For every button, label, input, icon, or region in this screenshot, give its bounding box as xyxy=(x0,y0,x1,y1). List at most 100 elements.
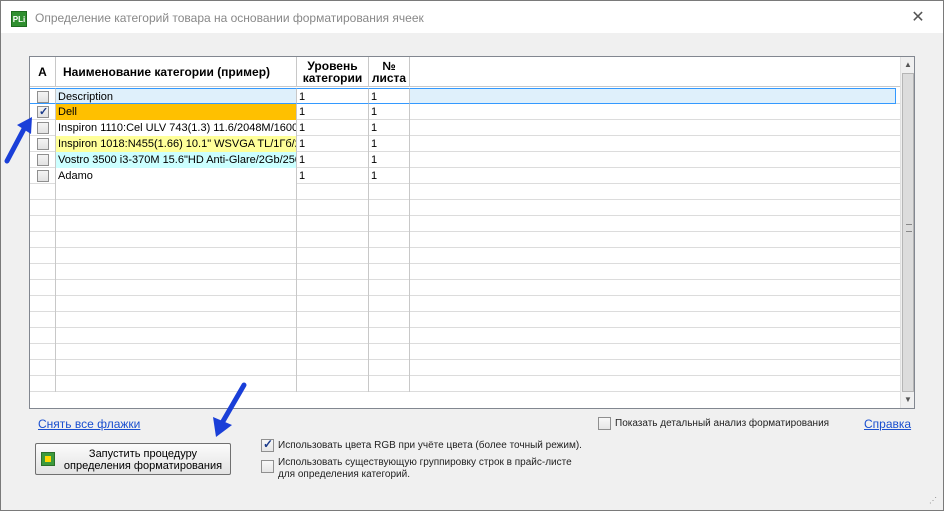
table-row[interactable]: Vostro 3500 i3-370M 15.6"HD Anti-Glare/2… xyxy=(30,152,900,168)
empty-cell xyxy=(56,280,297,296)
category-level-cell: 1 xyxy=(297,120,369,136)
empty-cell xyxy=(297,216,369,232)
category-name-cell: Dell xyxy=(56,104,297,120)
table-row[interactable] xyxy=(30,360,900,376)
empty-cell xyxy=(369,232,410,248)
uncheck-all-link[interactable]: Снять все флажки xyxy=(38,417,140,431)
table-row[interactable]: Dell11 xyxy=(30,104,900,120)
empty-cell xyxy=(56,200,297,216)
table-row[interactable] xyxy=(30,376,900,392)
sheet-number-cell: 1 xyxy=(369,120,410,136)
category-name-cell: Description xyxy=(56,88,297,104)
empty-cell xyxy=(369,280,410,296)
row-checkbox-cell xyxy=(30,200,56,216)
table-row[interactable]: Inspiron 1018:N455(1.66) 10.1" WSVGA TL/… xyxy=(30,136,900,152)
empty-cell xyxy=(369,216,410,232)
empty-cell xyxy=(297,248,369,264)
column-header-name[interactable]: Наименование категории (пример) xyxy=(56,57,297,87)
table-row[interactable] xyxy=(30,296,900,312)
column-header-a[interactable]: A xyxy=(30,57,56,87)
category-name-cell: Inspiron 1110:Cel ULV 743(1.3) 11.6/2048… xyxy=(56,120,297,136)
empty-cell xyxy=(369,184,410,200)
vertical-scrollbar[interactable]: ▲ ▼ xyxy=(900,57,914,408)
scroll-up-icon[interactable]: ▲ xyxy=(901,57,914,73)
run-detection-button[interactable]: Запустить процедуру определения форматир… xyxy=(35,443,231,475)
row-checkbox-cell xyxy=(30,360,56,376)
table-row[interactable] xyxy=(30,312,900,328)
empty-cell xyxy=(297,280,369,296)
table-row[interactable] xyxy=(30,344,900,360)
empty-cell xyxy=(297,360,369,376)
use-rgb-checkbox[interactable] xyxy=(261,437,274,452)
table-row[interactable] xyxy=(30,200,900,216)
table-row[interactable] xyxy=(30,264,900,280)
help-link[interactable]: Справка xyxy=(864,417,911,431)
table-row[interactable] xyxy=(30,232,900,248)
table-row[interactable] xyxy=(30,216,900,232)
close-button[interactable]: ✕ xyxy=(909,9,927,27)
table-row[interactable] xyxy=(30,248,900,264)
resize-grip-icon[interactable]: ⋰ xyxy=(929,496,939,506)
empty-cell xyxy=(56,376,297,392)
empty-cell xyxy=(369,312,410,328)
row-checkbox-cell xyxy=(30,248,56,264)
empty-cell xyxy=(56,344,297,360)
empty-cell xyxy=(56,264,297,280)
row-checkbox[interactable] xyxy=(37,104,49,120)
empty-cell xyxy=(297,344,369,360)
empty-cell xyxy=(297,184,369,200)
table-row[interactable]: Description 1 1 xyxy=(30,88,900,104)
column-header-level[interactable]: Уровень категории xyxy=(297,57,369,87)
use-grouping-label: Использовать существующую группировку ст… xyxy=(278,457,572,480)
row-checkbox-cell xyxy=(30,296,56,312)
scroll-thumb[interactable] xyxy=(902,73,914,392)
run-button-label: Запустить процедуру определения форматир… xyxy=(63,448,223,472)
table-row[interactable]: Inspiron 1110:Cel ULV 743(1.3) 11.6/2048… xyxy=(30,120,900,136)
category-level-cell: 1 xyxy=(297,168,369,184)
empty-cell xyxy=(369,248,410,264)
app-icon: PLi xyxy=(11,11,27,27)
category-level-cell: 1 xyxy=(297,152,369,168)
empty-cell xyxy=(369,344,410,360)
table-row[interactable] xyxy=(30,328,900,344)
sheet-number-cell: 1 xyxy=(369,152,410,168)
detailed-analysis-label: Показать детальный анализ форматирования xyxy=(615,418,830,429)
row-checkbox-cell xyxy=(30,312,56,328)
row-checkbox-cell xyxy=(30,168,56,184)
empty-cell xyxy=(369,200,410,216)
row-checkbox-cell xyxy=(30,328,56,344)
row-checkbox[interactable] xyxy=(37,122,49,134)
row-checkbox-cell xyxy=(30,184,56,200)
sheet-number-cell: 1 xyxy=(369,168,410,184)
row-checkbox-cell xyxy=(30,232,56,248)
empty-cell xyxy=(369,360,410,376)
row-checkbox[interactable] xyxy=(37,91,49,103)
row-checkbox[interactable] xyxy=(37,154,49,166)
table-row[interactable] xyxy=(30,280,900,296)
pointer-arrow-icon xyxy=(213,382,247,437)
category-level-cell: 1 xyxy=(297,136,369,152)
dialog-window: PLi Определение категорий товара на осно… xyxy=(0,0,944,511)
category-name-cell: Adamo xyxy=(56,168,297,184)
row-checkbox[interactable] xyxy=(37,138,49,150)
category-name-cell: Vostro 3500 i3-370M 15.6"HD Anti-Glare/2… xyxy=(56,152,297,168)
empty-cell xyxy=(297,264,369,280)
scroll-down-icon[interactable]: ▼ xyxy=(901,392,914,408)
column-header-sheet[interactable]: № листа xyxy=(369,57,410,87)
row-checkbox-cell xyxy=(30,344,56,360)
sheet-number-cell: 1 xyxy=(369,88,410,104)
empty-cell xyxy=(369,264,410,280)
pointer-arrow-icon xyxy=(4,117,32,164)
table-row[interactable]: Adamo 1 1 xyxy=(30,168,900,184)
category-name-cell: Inspiron 1018:N455(1.66) 10.1" WSVGA TL/… xyxy=(56,136,297,152)
row-checkbox-cell xyxy=(30,264,56,280)
row-checkbox-cell xyxy=(30,216,56,232)
window-title: Определение категорий товара на основани… xyxy=(35,11,424,25)
table-row[interactable] xyxy=(30,184,900,200)
use-grouping-checkbox[interactable] xyxy=(261,460,274,473)
detailed-analysis-checkbox[interactable] xyxy=(598,417,611,430)
category-grid[interactable]: A Наименование категории (пример) Уровен… xyxy=(29,56,915,409)
empty-cell xyxy=(297,232,369,248)
empty-cell xyxy=(297,296,369,312)
row-checkbox[interactable] xyxy=(37,170,49,182)
